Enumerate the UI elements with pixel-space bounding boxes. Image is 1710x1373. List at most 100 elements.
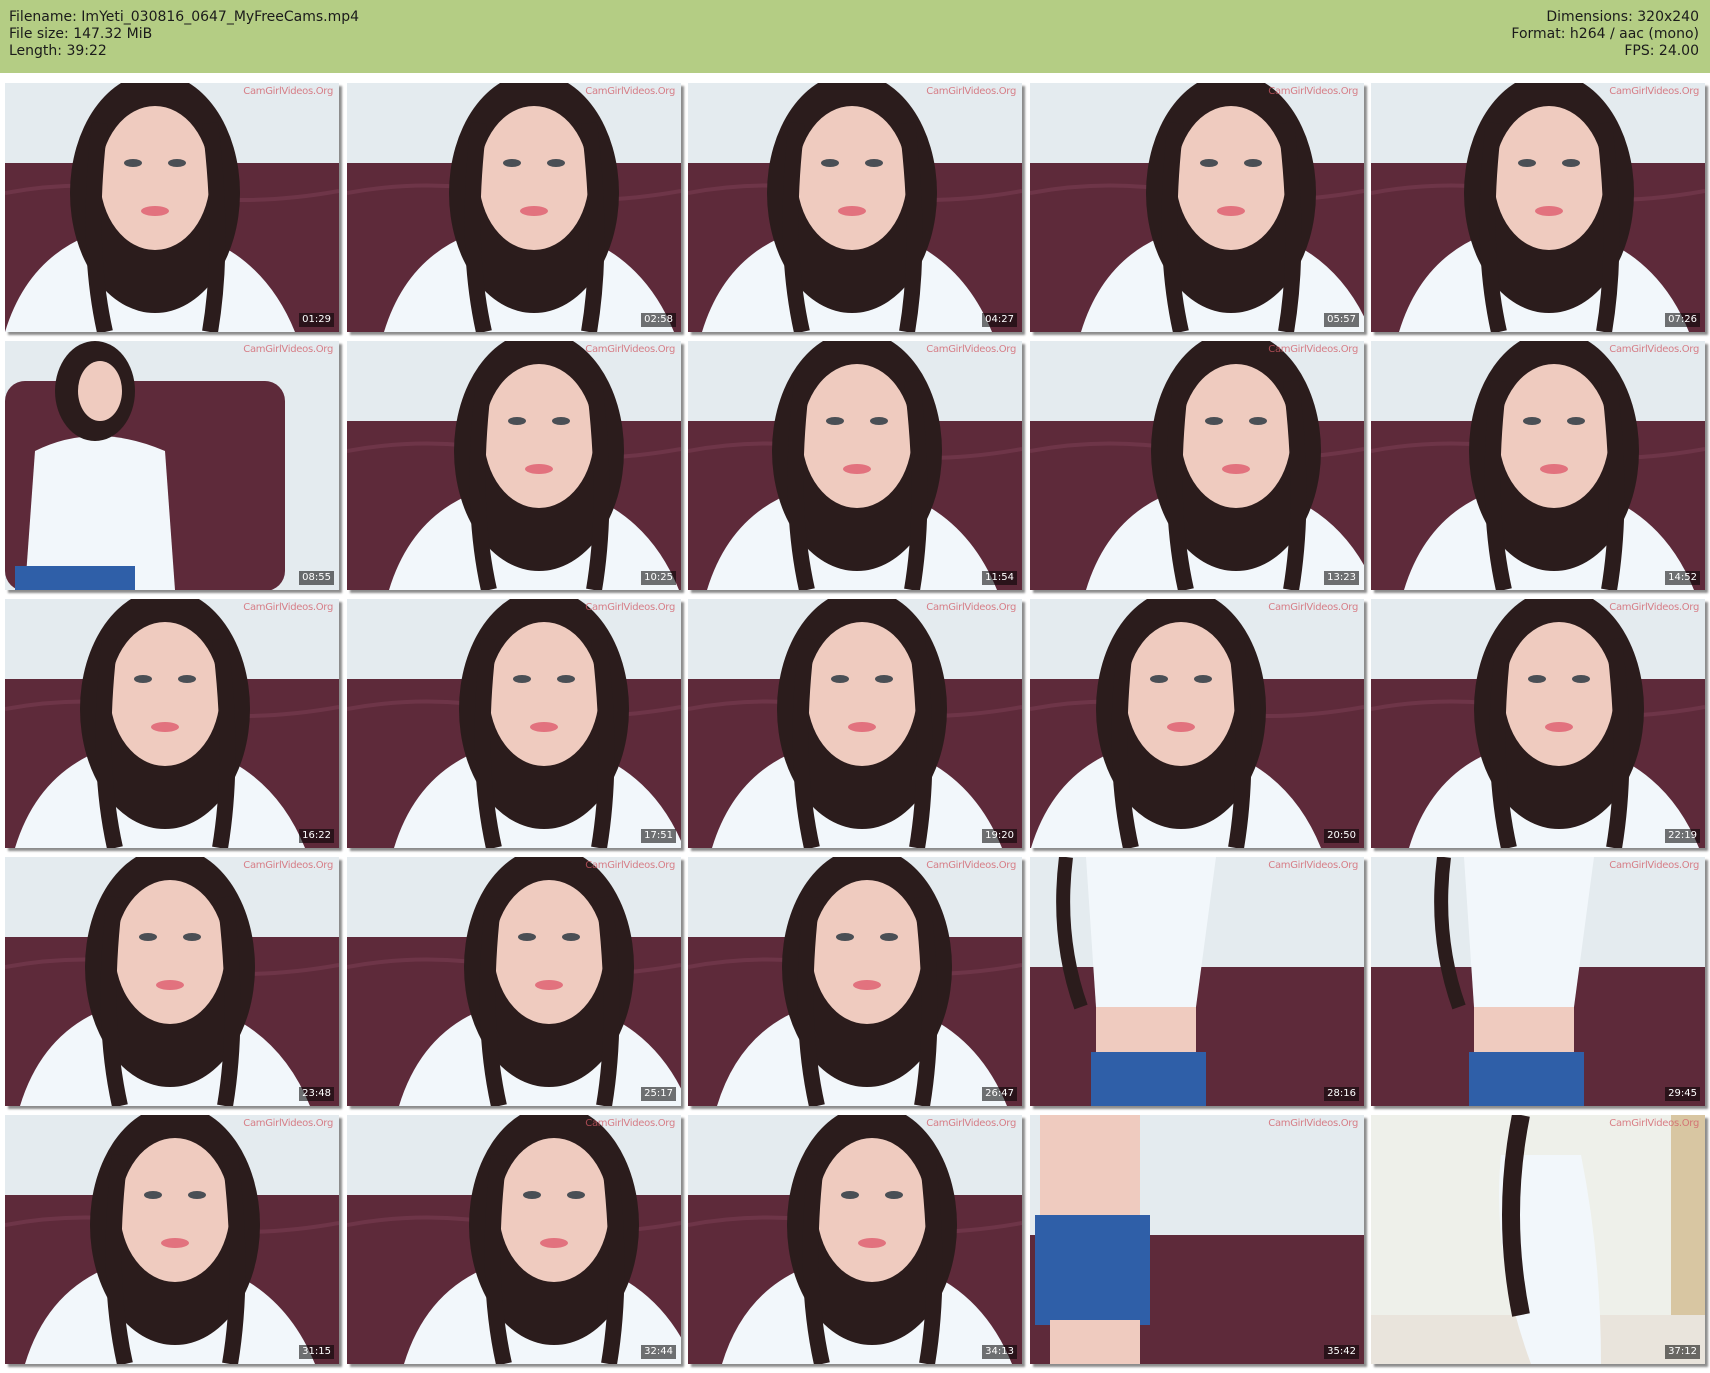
thumbnail-image [1371, 341, 1705, 590]
timestamp-label: 13:23 [1324, 571, 1359, 585]
thumbnail[interactable]: CamGirlVideos.Org 20:50 [1030, 599, 1364, 848]
watermark-text: CamGirlVideos.Org [1609, 1118, 1699, 1129]
thumbnail[interactable]: CamGirlVideos.Org 35:42 [1030, 1115, 1364, 1364]
watermark-text: CamGirlVideos.Org [585, 1118, 675, 1129]
timestamp-label: 02:58 [641, 313, 676, 327]
timestamp-label: 26:47 [982, 1087, 1017, 1101]
thumbnail-image [5, 1115, 339, 1364]
thumbnail[interactable]: CamGirlVideos.Org 07:26 [1371, 83, 1705, 332]
thumbnail[interactable]: CamGirlVideos.Org 22:19 [1371, 599, 1705, 848]
timestamp-label: 20:50 [1324, 829, 1359, 843]
watermark-text: CamGirlVideos.Org [1609, 860, 1699, 871]
watermark-text: CamGirlVideos.Org [585, 344, 675, 355]
thumbnail[interactable]: CamGirlVideos.Org 02:58 [347, 83, 681, 332]
file-info-left: Filename: ImYeti_030816_0647_MyFreeCams.… [9, 9, 359, 60]
watermark-text: CamGirlVideos.Org [1609, 86, 1699, 97]
thumbnail-image [1371, 83, 1705, 332]
watermark-text: CamGirlVideos.Org [1268, 344, 1358, 355]
watermark-text: CamGirlVideos.Org [585, 860, 675, 871]
timestamp-label: 11:54 [982, 571, 1017, 585]
timestamp-label: 19:20 [982, 829, 1017, 843]
thumbnail-image [1030, 857, 1364, 1106]
thumbnail-image [688, 599, 1022, 848]
thumbnail-image [1030, 83, 1364, 332]
timestamp-label: 08:55 [299, 571, 334, 585]
timestamp-label: 01:29 [299, 313, 334, 327]
watermark-text: CamGirlVideos.Org [926, 602, 1016, 613]
watermark-text: CamGirlVideos.Org [926, 860, 1016, 871]
watermark-text: CamGirlVideos.Org [1268, 1118, 1358, 1129]
thumbnail-image [688, 83, 1022, 332]
timestamp-label: 07:26 [1665, 313, 1700, 327]
timestamp-label: 10:25 [641, 571, 676, 585]
thumbnail-image [688, 1115, 1022, 1364]
watermark-text: CamGirlVideos.Org [926, 344, 1016, 355]
watermark-text: CamGirlVideos.Org [243, 344, 333, 355]
watermark-text: CamGirlVideos.Org [243, 860, 333, 871]
timestamp-label: 25:17 [641, 1087, 676, 1101]
watermark-text: CamGirlVideos.Org [926, 1118, 1016, 1129]
timestamp-label: 31:15 [299, 1345, 334, 1359]
thumbnail[interactable]: CamGirlVideos.Org 05:57 [1030, 83, 1364, 332]
timestamp-label: 22:19 [1665, 829, 1700, 843]
fps-text: FPS: 24.00 [1624, 43, 1699, 59]
timestamp-label: 37:12 [1665, 1345, 1700, 1359]
thumbnail[interactable]: CamGirlVideos.Org 17:51 [347, 599, 681, 848]
thumbnail[interactable]: CamGirlVideos.Org 13:23 [1030, 341, 1364, 590]
thumbnail[interactable]: CamGirlVideos.Org 34:13 [688, 1115, 1022, 1364]
watermark-text: CamGirlVideos.Org [926, 86, 1016, 97]
thumbnail-image [1371, 599, 1705, 848]
thumbnail-image [1371, 1115, 1705, 1364]
thumbnail[interactable]: CamGirlVideos.Org 29:45 [1371, 857, 1705, 1106]
timestamp-label: 05:57 [1324, 313, 1359, 327]
timestamp-label: 14:52 [1665, 571, 1700, 585]
thumbnail-image [347, 83, 681, 332]
thumbnail-image [1030, 1115, 1364, 1364]
filesize-text: File size: 147.32 MiB [9, 26, 153, 42]
thumbnail-image [347, 857, 681, 1106]
timestamp-label: 28:16 [1324, 1087, 1359, 1101]
watermark-text: CamGirlVideos.Org [585, 602, 675, 613]
thumbnail[interactable]: CamGirlVideos.Org 16:22 [5, 599, 339, 848]
thumbnail[interactable]: CamGirlVideos.Org 32:44 [347, 1115, 681, 1364]
thumbnail-image [5, 83, 339, 332]
thumbnail-image [5, 599, 339, 848]
timestamp-label: 16:22 [299, 829, 334, 843]
thumbnail[interactable]: CamGirlVideos.Org 04:27 [688, 83, 1022, 332]
thumbnail-image [347, 1115, 681, 1364]
thumbnail[interactable]: CamGirlVideos.Org 26:47 [688, 857, 1022, 1106]
timestamp-label: 23:48 [299, 1087, 334, 1101]
thumbnail-image [1030, 341, 1364, 590]
info-header: Filename: ImYeti_030816_0647_MyFreeCams.… [0, 0, 1710, 73]
watermark-text: CamGirlVideos.Org [243, 1118, 333, 1129]
thumbnail[interactable]: CamGirlVideos.Org 01:29 [5, 83, 339, 332]
timestamp-label: 34:13 [982, 1345, 1017, 1359]
thumbnail[interactable]: CamGirlVideos.Org 31:15 [5, 1115, 339, 1364]
watermark-text: CamGirlVideos.Org [243, 86, 333, 97]
timestamp-label: 32:44 [641, 1345, 676, 1359]
timestamp-label: 04:27 [982, 313, 1017, 327]
timestamp-label: 17:51 [641, 829, 676, 843]
thumbnail[interactable]: CamGirlVideos.Org 14:52 [1371, 341, 1705, 590]
file-info-right: Dimensions: 320x240 Format: h264 / aac (… [1511, 9, 1699, 60]
watermark-text: CamGirlVideos.Org [243, 602, 333, 613]
thumbnail[interactable]: CamGirlVideos.Org 10:25 [347, 341, 681, 590]
thumbnail-image [1030, 599, 1364, 848]
thumbnail[interactable]: CamGirlVideos.Org 11:54 [688, 341, 1022, 590]
thumbnail-image [5, 341, 339, 590]
timestamp-label: 29:45 [1665, 1087, 1700, 1101]
thumbnail[interactable]: CamGirlVideos.Org 23:48 [5, 857, 339, 1106]
thumbnail[interactable]: CamGirlVideos.Org 28:16 [1030, 857, 1364, 1106]
dimensions-text: Dimensions: 320x240 [1546, 9, 1699, 25]
watermark-text: CamGirlVideos.Org [1268, 602, 1358, 613]
thumbnail[interactable]: CamGirlVideos.Org 37:12 [1371, 1115, 1705, 1364]
thumbnail[interactable]: CamGirlVideos.Org 25:17 [347, 857, 681, 1106]
thumbnail[interactable]: CamGirlVideos.Org 08:55 [5, 341, 339, 590]
thumbnail-image [5, 857, 339, 1106]
watermark-text: CamGirlVideos.Org [1268, 860, 1358, 871]
length-text: Length: 39:22 [9, 43, 107, 59]
watermark-text: CamGirlVideos.Org [1609, 602, 1699, 613]
timestamp-label: 35:42 [1324, 1345, 1359, 1359]
format-text: Format: h264 / aac (mono) [1511, 26, 1699, 42]
thumbnail[interactable]: CamGirlVideos.Org 19:20 [688, 599, 1022, 848]
